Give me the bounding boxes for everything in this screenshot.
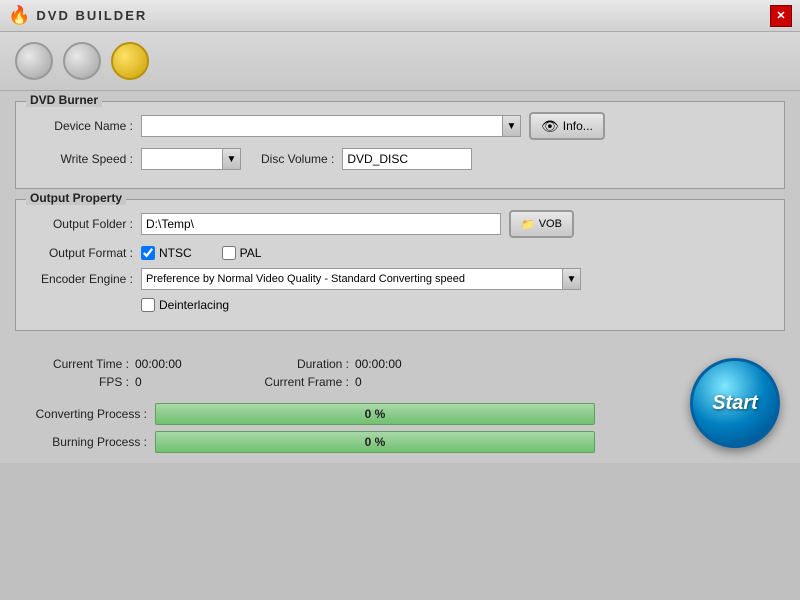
device-name-row: Device Name : ▼ 👁 Info... xyxy=(31,112,769,140)
output-format-row: Output Format : NTSC PAL xyxy=(31,246,769,260)
current-time-label: Current Time : xyxy=(15,357,135,371)
start-button[interactable]: Start xyxy=(690,358,780,448)
toolbar-button-1[interactable] xyxy=(15,42,53,80)
current-frame-value: 0 xyxy=(355,375,455,389)
burning-label: Burning Process : xyxy=(15,435,155,449)
converting-label: Converting Process : xyxy=(15,407,155,421)
burning-row: Burning Process : 0 % xyxy=(15,431,785,453)
output-folder-input[interactable] xyxy=(141,213,501,235)
fps-label: FPS : xyxy=(15,375,135,389)
vob-button[interactable]: 📁 VOB xyxy=(509,210,574,238)
ntsc-checkbox[interactable] xyxy=(141,246,155,260)
start-button-wrap: Start xyxy=(690,358,780,448)
output-folder-row: Output Folder : 📁 VOB xyxy=(31,210,769,238)
converting-progress-value: 0 % xyxy=(365,407,386,421)
progress-section: Converting Process : 0 % Burning Process… xyxy=(0,399,800,463)
dvd-burner-title: DVD Burner xyxy=(26,93,102,107)
write-speed-row: Write Speed : ▼ Disc Volume : xyxy=(31,148,769,170)
start-button-label: Start xyxy=(712,392,758,415)
output-folder-label: Output Folder : xyxy=(31,217,141,231)
bottom-area: Current Time : 00:00:00 Duration : 00:00… xyxy=(0,351,800,463)
info-button-label: Info... xyxy=(563,119,593,133)
close-button[interactable]: ✕ xyxy=(770,5,792,27)
encoder-engine-row: Encoder Engine : Preference by Normal Vi… xyxy=(31,268,769,290)
output-format-label: Output Format : xyxy=(31,246,141,260)
eye-icon: 👁 xyxy=(541,118,559,135)
encoder-engine-dropdown[interactable]: Preference by Normal Video Quality - Sta… xyxy=(141,268,581,290)
duration-label: Duration : xyxy=(235,357,355,371)
device-name-label: Device Name : xyxy=(31,119,141,133)
disc-volume-input[interactable] xyxy=(342,148,472,170)
title-bar: 🔥 DVD BUILDER ✕ xyxy=(0,0,800,32)
folder-icon: 📁 xyxy=(521,218,535,231)
dvd-burner-group: DVD Burner Device Name : ▼ 👁 Info... Wri… xyxy=(15,101,785,189)
info-section: Current Time : 00:00:00 Duration : 00:00… xyxy=(0,351,800,399)
main-content: DVD Burner Device Name : ▼ 👁 Info... Wri… xyxy=(0,91,800,351)
encoder-engine-value: Preference by Normal Video Quality - Sta… xyxy=(142,273,469,285)
duration-value: 00:00:00 xyxy=(355,357,455,371)
pal-checkbox[interactable] xyxy=(222,246,236,260)
flame-icon: 🔥 xyxy=(8,5,30,26)
output-property-group: Output Property Output Folder : 📁 VOB Ou… xyxy=(15,199,785,331)
deinterlacing-checkbox[interactable] xyxy=(141,298,155,312)
converting-progress-bar: 0 % xyxy=(155,403,595,425)
current-frame-label: Current Frame : xyxy=(235,375,355,389)
ntsc-label: NTSC xyxy=(159,246,192,260)
title-bar-left: 🔥 DVD BUILDER xyxy=(8,5,147,26)
burning-progress-value: 0 % xyxy=(365,435,386,449)
pal-checkbox-wrapper[interactable]: PAL xyxy=(222,246,262,260)
vob-button-label: VOB xyxy=(539,218,562,230)
deinterlacing-checkbox-wrapper[interactable]: Deinterlacing xyxy=(141,298,229,312)
ntsc-checkbox-wrapper[interactable]: NTSC xyxy=(141,246,192,260)
time-row: Current Time : 00:00:00 Duration : 00:00… xyxy=(15,357,785,371)
pal-label: PAL xyxy=(240,246,262,260)
output-property-title: Output Property xyxy=(26,191,126,205)
fps-value: 0 xyxy=(135,375,235,389)
toolbar-button-2[interactable] xyxy=(63,42,101,80)
current-time-value: 00:00:00 xyxy=(135,357,235,371)
deinterlacing-row: Deinterlacing xyxy=(31,298,769,312)
encoder-engine-label: Encoder Engine : xyxy=(31,272,141,286)
toolbar xyxy=(0,32,800,91)
deinterlacing-label: Deinterlacing xyxy=(159,298,229,312)
write-speed-label: Write Speed : xyxy=(31,152,141,166)
disc-volume-label: Disc Volume : xyxy=(261,152,334,166)
converting-row: Converting Process : 0 % xyxy=(15,403,785,425)
app-title: DVD BUILDER xyxy=(36,8,147,23)
write-speed-arrow[interactable]: ▼ xyxy=(222,149,240,169)
toolbar-button-3[interactable] xyxy=(111,42,149,80)
write-speed-dropdown[interactable]: ▼ xyxy=(141,148,241,170)
device-dropdown-arrow[interactable]: ▼ xyxy=(502,116,520,136)
device-name-dropdown[interactable]: ▼ xyxy=(141,115,521,137)
encoder-dropdown-arrow[interactable]: ▼ xyxy=(562,269,580,289)
fps-row: FPS : 0 Current Frame : 0 xyxy=(15,375,785,389)
burning-progress-bar: 0 % xyxy=(155,431,595,453)
info-button[interactable]: 👁 Info... xyxy=(529,112,605,140)
